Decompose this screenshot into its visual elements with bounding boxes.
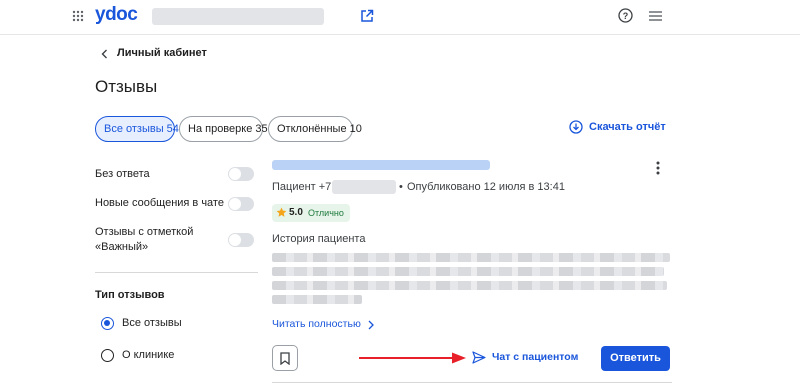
chevron-right-icon: [368, 320, 374, 330]
download-circle-icon: [569, 120, 583, 134]
filter-new-chat-toggle[interactable]: [228, 197, 254, 211]
bookmark-button[interactable]: [272, 345, 298, 371]
bookmark-icon: [280, 352, 290, 365]
review-type-title: Тип отзывов: [95, 289, 165, 301]
send-icon: [472, 351, 486, 364]
review-text-blurred: [272, 253, 670, 262]
filter-new-chat-label: Новые сообщения в чате: [95, 197, 224, 209]
tab-all-reviews[interactable]: Все отзывы 54: [95, 116, 179, 142]
radio-all-reviews-label: Все отзывы: [122, 317, 182, 329]
card-divider: [272, 382, 672, 383]
hamburger-menu-icon[interactable]: [649, 10, 662, 22]
rating-badge: 5.0 Отлично: [272, 204, 350, 222]
filter-no-answer-toggle[interactable]: [228, 167, 254, 181]
breadcrumb-label: Личный кабинет: [117, 47, 207, 59]
chevron-left-icon: [101, 49, 107, 59]
review-text-blurred: [272, 281, 667, 290]
tab-on-review[interactable]: На проверке 35: [179, 116, 268, 142]
open-in-new-icon[interactable]: [360, 9, 374, 23]
header: ydoc ?: [0, 0, 800, 34]
history-title: История пациента: [272, 233, 366, 245]
doctor-name-blurred: [272, 160, 490, 170]
download-report-button[interactable]: Скачать отчёт: [569, 120, 666, 136]
rating-label: Отлично: [308, 208, 344, 218]
filter-important-toggle[interactable]: [228, 233, 254, 247]
help-circle-icon[interactable]: ?: [618, 8, 633, 23]
star-icon: [276, 207, 287, 217]
rating-value: 5.0: [289, 207, 303, 218]
review-text-blurred: [272, 267, 664, 276]
review-text-blurred: [272, 295, 362, 304]
apps-grid-icon[interactable]: [72, 10, 84, 22]
logo[interactable]: ydoc: [95, 4, 138, 26]
read-more-label: Читать полностью: [272, 318, 361, 330]
review-card: Пациент +7 • Опубликовано 12 июля в 13:4…: [272, 150, 672, 386]
patient-phone-prefix: Пациент +7: [272, 181, 332, 193]
radio-about-clinic-label: О клинике: [122, 349, 175, 361]
dot-separator: •: [399, 181, 403, 193]
filter-important-label: Отзывы с отметкой «Важный»: [95, 226, 194, 253]
patient-phone-blurred: [332, 180, 396, 194]
tab-rejected[interactable]: Отклонённые 10: [268, 116, 362, 142]
page-title: Отзывы: [95, 77, 158, 96]
published-date: Опубликовано 12 июля в 13:41: [407, 181, 565, 193]
svg-text:?: ?: [623, 11, 629, 21]
filter-no-answer-label: Без ответа: [95, 168, 150, 180]
chat-with-patient-button[interactable]: Чат с пациентом: [472, 349, 584, 367]
radio-about-clinic[interactable]: [101, 349, 114, 362]
download-report-label: Скачать отчёт: [589, 121, 666, 133]
radio-all-reviews[interactable]: [101, 317, 114, 330]
clinic-name-blurred: [152, 8, 324, 25]
chat-with-patient-label: Чат с пациентом: [492, 351, 579, 363]
reply-button[interactable]: Ответить: [601, 346, 670, 371]
filter-divider: [95, 272, 258, 273]
header-divider: [0, 34, 800, 35]
annotation-arrow-icon: [359, 352, 466, 364]
more-vertical-icon[interactable]: [656, 161, 660, 175]
